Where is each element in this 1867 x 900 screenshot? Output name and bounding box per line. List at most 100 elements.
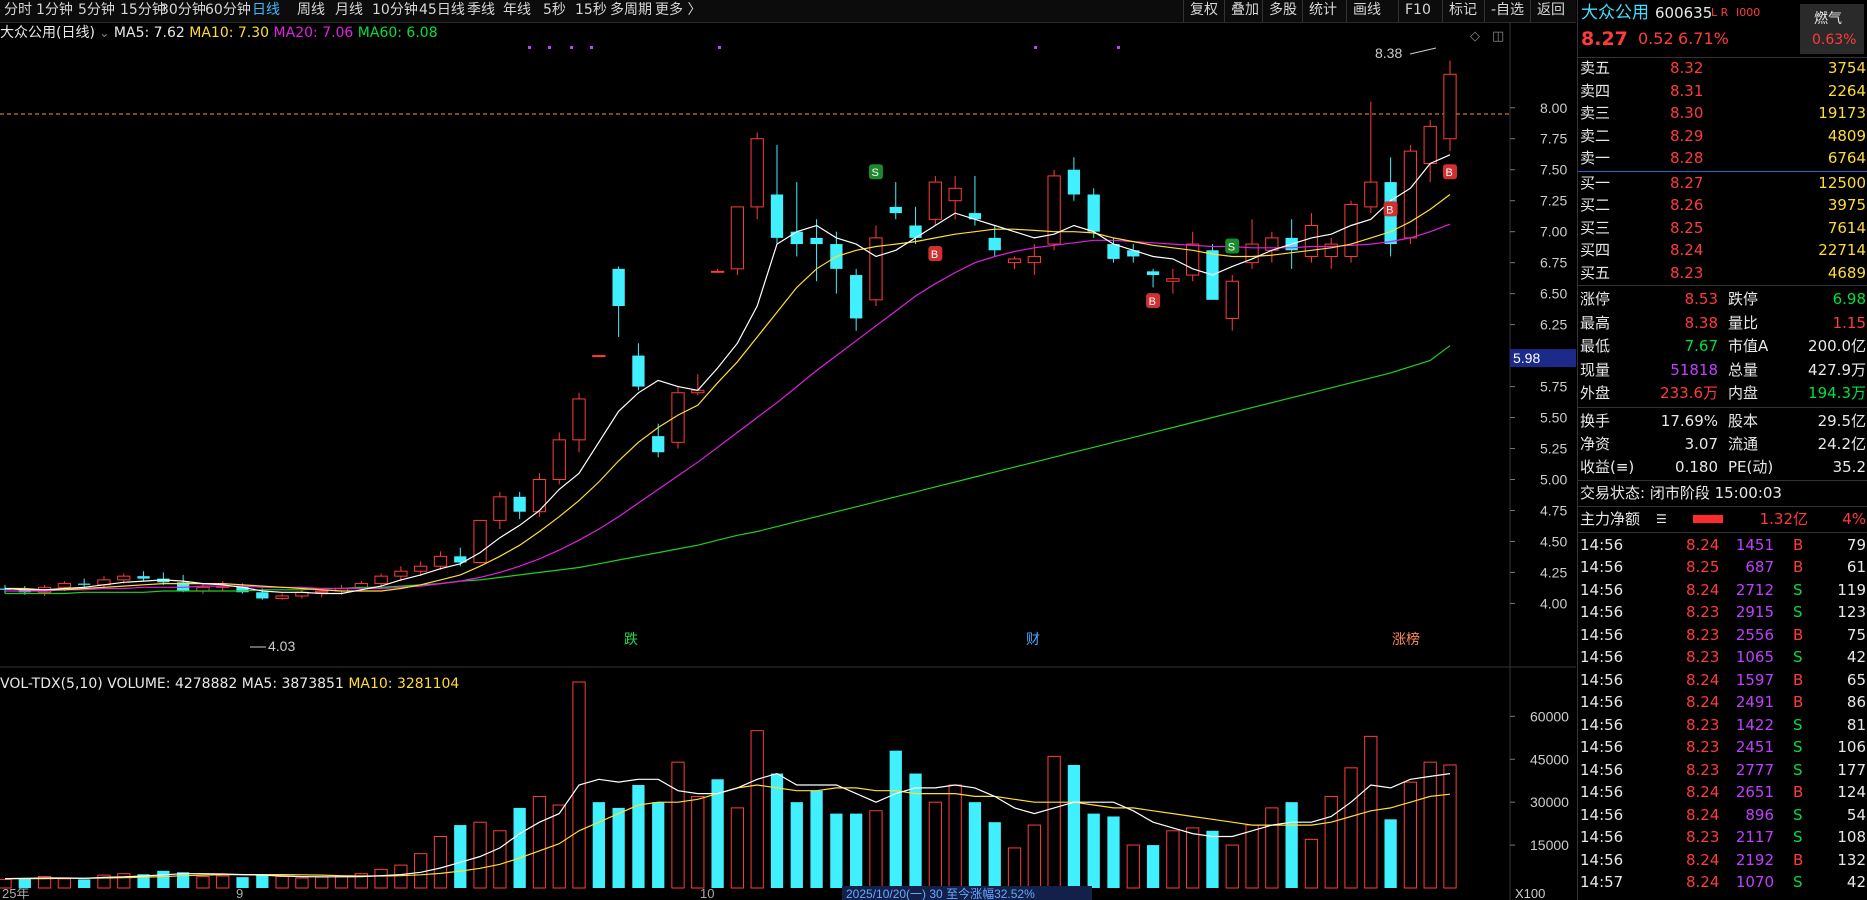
ask-row-3[interactable]: 卖二 8.29 4809 xyxy=(1578,125,1867,147)
bid-price: 8.25 xyxy=(1670,218,1704,237)
volume-bar-31 xyxy=(612,807,625,888)
tab-16[interactable]: 更多 〉 xyxy=(655,0,701,22)
tick-direction: B xyxy=(1793,625,1804,644)
volume-bar-71 xyxy=(1403,781,1418,889)
tab-3[interactable]: 15分钟 xyxy=(120,0,166,22)
quote-panel: 大众公用 600635 L R I000 燃气 0.63% 8.27 0.52 6.71% 卖五 8… xyxy=(1577,0,1867,900)
toolbar-button-8[interactable]: 返回 xyxy=(1530,0,1565,22)
volume-bar-55 xyxy=(1087,813,1100,888)
tick-direction: B xyxy=(1793,693,1804,711)
tab-10[interactable]: 45日线 xyxy=(419,0,465,22)
candle-body-16 xyxy=(315,590,329,593)
volume-bar-35 xyxy=(691,795,705,889)
ask-row-1[interactable]: 卖四 8.31 2264 xyxy=(1578,80,1867,102)
low-price-label: 4.03 xyxy=(268,638,295,654)
main-flow-row[interactable]: 主力净额 ☰ 1.32亿 4% xyxy=(1578,508,1867,530)
kline-chart-area[interactable]: 8.007.757.507.257.006.756.506.256.005.75… xyxy=(0,22,1576,900)
stat2-label: 换手 xyxy=(1580,411,1611,430)
tab-11[interactable]: 季线 xyxy=(467,0,495,22)
window-icon: ◫ xyxy=(1492,29,1504,44)
candle-body-63 xyxy=(1245,243,1259,264)
tab-8[interactable]: 月线 xyxy=(335,0,363,22)
toolbar-button-3[interactable]: 统计 xyxy=(1302,0,1337,22)
tick-volume: 2651 xyxy=(1735,783,1774,801)
bid-row-1[interactable]: 买二 8.26 3975 xyxy=(1578,194,1867,216)
candle-body-27 xyxy=(532,479,547,513)
tick-time: 14:56 xyxy=(1580,850,1624,869)
tab-14[interactable]: 15秒 xyxy=(575,0,607,22)
tab-1[interactable]: 1分钟 xyxy=(36,0,73,22)
chevron-down-icon[interactable]: ⌄ xyxy=(99,26,109,40)
tab-9[interactable]: 10分钟 xyxy=(372,0,418,22)
price-tick-label-9: 5.75 xyxy=(1540,379,1567,395)
tab-5[interactable]: 60分钟 xyxy=(205,0,251,22)
volume-bar-53 xyxy=(1047,755,1061,889)
period-toolbar: 分时 1分钟 5分钟 15分钟 30分钟 60分钟 日线 周线 月线 10分钟 45日线 季线 年线 5秒… xyxy=(0,0,1576,23)
volume-bar-9 xyxy=(177,872,190,888)
bid-row-0[interactable]: 买一 8.27 12500 xyxy=(1578,172,1867,194)
tick-volume: 1422 xyxy=(1735,715,1774,734)
bid-row-2[interactable]: 买三 8.25 7614 xyxy=(1578,217,1867,239)
tab-4[interactable]: 30分钟 xyxy=(160,0,206,22)
toolbar-button-7[interactable]: -自选 xyxy=(1484,0,1524,22)
bid-row-3[interactable]: 买四 8.24 22714 xyxy=(1578,239,1867,261)
candle-body-37 xyxy=(730,206,745,270)
price-tick-label-1: 7.75 xyxy=(1540,131,1567,147)
tab-6[interactable]: 日线 xyxy=(252,0,280,22)
tick-count: 79 xyxy=(1846,535,1866,554)
tick-volume: 896 xyxy=(1745,805,1774,824)
kline-svg[interactable]: 8.007.757.507.257.006.756.506.256.005.75… xyxy=(0,22,1576,900)
ask-row-2[interactable]: 卖三 8.30 19173 xyxy=(1578,102,1867,124)
divider-2 xyxy=(1578,285,1867,286)
volume-bar-28 xyxy=(552,804,566,889)
tick-time: 14:56 xyxy=(1580,648,1624,666)
volume-bar-32 xyxy=(632,785,645,888)
event-marker-3: 涨榜 xyxy=(1392,631,1420,647)
toolbar-button-2[interactable]: 多股 xyxy=(1262,0,1297,22)
ma20-legend: MA20: 7.06 xyxy=(273,25,354,41)
toolbar-button-5[interactable]: F10 xyxy=(1398,0,1431,22)
stat2-label: 净资 xyxy=(1580,434,1611,453)
last-price: 8.27 xyxy=(1581,28,1628,50)
candle-body-13 xyxy=(256,592,269,599)
ask-row-0[interactable]: 卖五 8.32 3754 xyxy=(1578,57,1867,79)
stat-label: 涨停 xyxy=(1580,290,1611,308)
candle-body-73 xyxy=(1443,73,1457,140)
quote-price-row: 8.27 0.52 6.71% xyxy=(1578,28,1867,54)
price-tick-label-6: 6.50 xyxy=(1540,286,1567,302)
stat-label-2: 跌停 xyxy=(1728,290,1759,308)
tick-direction: S xyxy=(1793,738,1803,756)
ask-row-4[interactable]: 卖一 8.28 6764 xyxy=(1578,147,1867,169)
candle-body-45 xyxy=(889,206,902,214)
bid-label: 买五 xyxy=(1580,263,1611,282)
tick-volume: 1065 xyxy=(1735,648,1774,666)
volume-bar-3 xyxy=(57,878,72,889)
volume-bar-38 xyxy=(750,730,764,889)
tab-12[interactable]: 年线 xyxy=(503,0,531,22)
toolbar-button-0[interactable]: 复权 xyxy=(1183,0,1218,22)
stat-row-3: 现量 51818 总量 427.9万 xyxy=(1578,359,1867,381)
tick-price: 8.24 xyxy=(1686,873,1720,891)
ask-label: 卖一 xyxy=(1580,149,1611,167)
stat2-label-2: PE(动) xyxy=(1728,457,1774,476)
stat-value: 233.6万 xyxy=(1660,384,1718,402)
ask-price: 8.29 xyxy=(1670,126,1704,145)
event-dot-6 xyxy=(1117,46,1120,49)
bid-label: 买一 xyxy=(1580,173,1611,192)
tick-row-15: 14:57 8.24 1070 S 42 xyxy=(1578,871,1867,893)
toolbar-button-1[interactable]: 叠加 xyxy=(1224,0,1259,22)
tab-0[interactable]: 分时 xyxy=(4,0,32,22)
candle-body-51 xyxy=(1007,258,1022,264)
volume-bar-46 xyxy=(909,773,922,888)
tab-2[interactable]: 5分钟 xyxy=(78,0,115,22)
bid-volume: 3975 xyxy=(1827,196,1866,214)
stat-row-4: 外盘 233.6万 内盘 194.3万 xyxy=(1578,382,1867,404)
tab-13[interactable]: 5秒 xyxy=(543,0,566,22)
candle-body-52 xyxy=(1027,255,1041,264)
toolbar-button-6[interactable]: 标记 xyxy=(1442,0,1477,22)
toolbar-button-4[interactable]: 画线 xyxy=(1346,0,1381,22)
tab-7[interactable]: 周线 xyxy=(297,0,325,22)
event-marker-1: 跌 xyxy=(624,631,638,647)
tab-15[interactable]: 多周期 xyxy=(610,0,652,22)
bid-row-4[interactable]: 买五 8.23 4689 xyxy=(1578,262,1867,284)
